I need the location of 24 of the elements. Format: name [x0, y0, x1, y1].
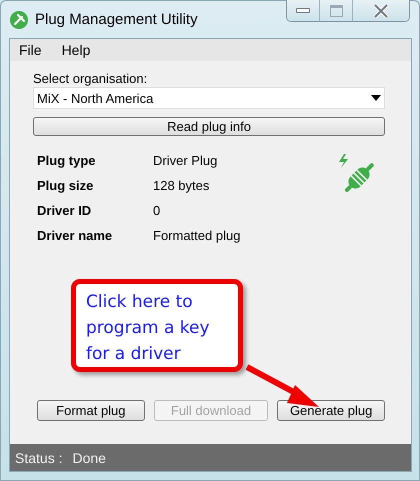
field-label: Driver ID	[37, 202, 92, 219]
caret-icon	[371, 95, 381, 101]
organisation-label: Select organisation:	[33, 71, 148, 86]
field-value: 0	[153, 202, 162, 219]
dropdown-value: MiX - North America	[37, 90, 154, 106]
menu-item[interactable]: File	[19, 42, 42, 58]
field-label: Driver name	[37, 227, 114, 244]
organisation-dropdown[interactable]: MiX - North America	[33, 87, 385, 109]
field-label: Plug size	[37, 177, 94, 194]
status-value: Done	[72, 450, 106, 466]
close-icon	[373, 4, 389, 18]
field-value: Formatted plug	[153, 227, 240, 244]
field-label: Plug type	[37, 152, 97, 169]
window-title: Plug Management Utility	[35, 11, 198, 28]
status-label: Status :	[15, 450, 62, 466]
read-plug-info-button[interactable]: Read plug info	[33, 117, 385, 136]
field-value: Driver Plug	[153, 152, 218, 169]
callout-text: Click here to program a key for a driver	[86, 292, 210, 364]
minimize-button[interactable]	[287, 0, 320, 21]
menu-item[interactable]: Help	[62, 42, 90, 58]
field-value: 128 bytes	[153, 177, 210, 194]
action-button[interactable]: Generate plug	[277, 400, 385, 421]
close-button[interactable]	[353, 0, 409, 21]
action-button[interactable]: Format plug	[37, 400, 145, 421]
